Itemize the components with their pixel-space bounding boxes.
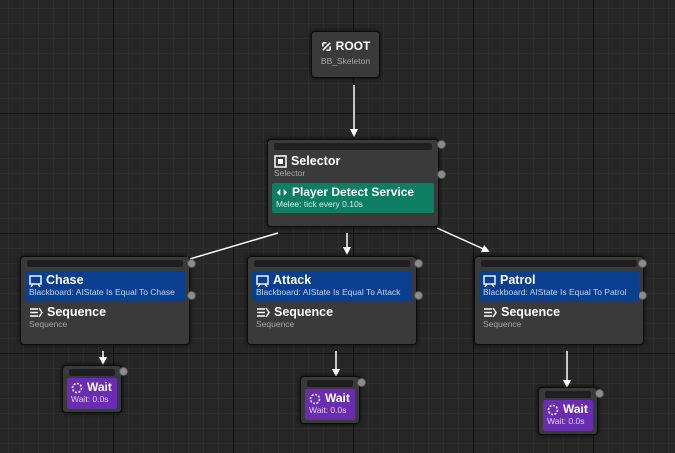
input-pin[interactable]	[69, 369, 115, 376]
chase-sequence-title: Sequence	[47, 305, 107, 319]
attack-decorator-subtitle: Blackboard: AIState Is Equal To Attack	[256, 287, 401, 297]
patrol-sequence-title: Sequence	[501, 305, 561, 319]
patrol-sequence-subtitle: Sequence	[483, 319, 522, 329]
wait-subtitle: Wait: 0.0s	[71, 394, 109, 404]
node-index-dot	[638, 291, 647, 300]
service-subtitle: Melee: tick every 0.10s	[276, 199, 363, 209]
root-title: ROOT	[335, 39, 371, 53]
patrol-decorator[interactable]: Patrol Blackboard: AIState Is Equal To P…	[479, 271, 639, 301]
blackboard-decorator-icon	[483, 275, 496, 287]
attack-decorator[interactable]: Attack Blackboard: AIState Is Equal To A…	[252, 271, 412, 301]
input-pin[interactable]	[545, 391, 591, 398]
patrol-title: Patrol	[500, 273, 536, 287]
input-pin[interactable]	[27, 260, 183, 267]
wait-task[interactable]: Wait Wait: 0.0s	[305, 389, 355, 420]
attack-title: Attack	[273, 273, 312, 287]
wait-icon	[547, 404, 559, 416]
wait-icon	[71, 382, 83, 394]
wait-title: Wait	[87, 380, 112, 394]
sequence-icon	[30, 307, 43, 318]
chase-sequence[interactable]: Sequence Sequence	[25, 303, 185, 331]
service-title: Player Detect Service	[292, 185, 415, 199]
selector-title: Selector	[291, 154, 341, 168]
wait-title: Wait	[563, 402, 588, 416]
node-index-dot	[595, 389, 604, 398]
node-index-dot	[119, 367, 128, 376]
attack-sequence-title: Sequence	[274, 305, 334, 319]
node-index-dot	[414, 291, 423, 300]
root-node[interactable]: ROOT BB_Skeleton	[311, 31, 380, 78]
wait-task[interactable]: Wait Wait: 0.0s	[67, 378, 117, 409]
attack-sequence-subtitle: Sequence	[256, 319, 295, 329]
wait-task[interactable]: Wait Wait: 0.0s	[543, 400, 593, 431]
chase-decorator-subtitle: Blackboard: AIState Is Equal To Chase	[29, 287, 175, 297]
service-icon	[276, 189, 288, 197]
chase-sequence-node[interactable]: Chase Blackboard: AIState Is Equal To Ch…	[20, 256, 196, 345]
patrol-sequence-node[interactable]: Patrol Blackboard: AIState Is Equal To P…	[474, 256, 647, 345]
node-index-dot	[357, 378, 366, 387]
input-pin[interactable]	[254, 260, 410, 267]
selector-subtitle: Selector	[274, 168, 306, 179]
blackboard-decorator-icon	[256, 275, 269, 287]
attack-sequence-node[interactable]: Attack Blackboard: AIState Is Equal To A…	[247, 256, 423, 345]
node-index-dot	[437, 140, 446, 149]
chase-sequence-subtitle: Sequence	[29, 319, 68, 329]
patrol-sequence[interactable]: Sequence Sequence	[479, 303, 639, 331]
wait-subtitle: Wait: 0.0s	[547, 416, 585, 426]
selector-icon	[274, 155, 287, 168]
wire-selector-patrol	[436, 227, 490, 253]
chase-decorator[interactable]: Chase Blackboard: AIState Is Equal To Ch…	[25, 271, 185, 301]
wait-task-node-chase[interactable]: Wait Wait: 0.0s	[62, 365, 128, 413]
wait-task-node-attack[interactable]: Wait Wait: 0.0s	[300, 376, 366, 424]
node-index-dot	[187, 259, 196, 268]
input-pin[interactable]	[481, 260, 637, 267]
node-index-dot	[414, 259, 423, 268]
root-arrows-icon	[321, 42, 331, 52]
input-pin[interactable]	[274, 143, 432, 150]
patrol-decorator-subtitle: Blackboard: AIState Is Equal To Patrol	[483, 287, 627, 297]
wait-subtitle: Wait: 0.0s	[309, 405, 347, 415]
player-detect-service[interactable]: Player Detect Service Melee: tick every …	[272, 183, 434, 213]
wait-icon	[309, 393, 321, 405]
node-index-dot	[638, 259, 647, 268]
node-index-dot	[437, 170, 446, 179]
blackboard-decorator-icon	[29, 275, 42, 287]
sequence-icon	[484, 307, 497, 318]
wait-task-node-patrol[interactable]: Wait Wait: 0.0s	[538, 387, 604, 435]
input-pin[interactable]	[307, 380, 353, 387]
wait-title: Wait	[325, 391, 350, 405]
sequence-icon	[257, 307, 270, 318]
selector-node[interactable]: Selector Selector Player Detect Service …	[267, 139, 446, 227]
node-index-dot	[187, 291, 196, 300]
root-subtitle: BB_Skeleton	[320, 56, 371, 66]
attack-sequence[interactable]: Sequence Sequence	[252, 303, 412, 331]
chase-title: Chase	[46, 273, 84, 287]
